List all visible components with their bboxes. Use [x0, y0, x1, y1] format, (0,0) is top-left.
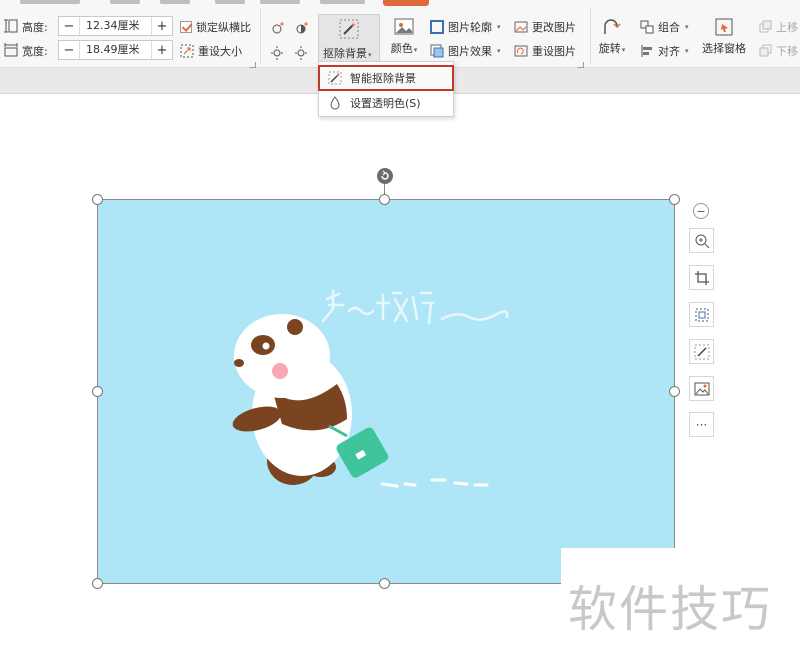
zoom-in-icon	[695, 234, 709, 248]
ribbon: 高度: − 12.34厘米 + 宽度: − 18.49厘米 + 锁定纵横比 重设…	[0, 0, 800, 68]
height-spinner[interactable]: − 12.34厘米 +	[58, 16, 173, 36]
image-icon	[694, 382, 709, 395]
height-icon	[4, 19, 18, 33]
watermark-text: 软件技巧	[568, 581, 773, 638]
group-icon	[640, 20, 654, 34]
rotate-label: 旋转	[598, 42, 621, 55]
rotate-icon	[604, 19, 621, 34]
send-backward-button[interactable]: 下移	[758, 43, 798, 59]
reset-picture-button[interactable]: 重设图片	[514, 43, 576, 59]
group-button[interactable]: 组合 ▾	[640, 19, 689, 35]
menu-item-label: 设置透明色(S)	[350, 97, 421, 110]
top-tab-strip	[0, 0, 800, 6]
reset-size-icon	[180, 44, 194, 58]
lock-ratio-label: 锁定纵横比	[196, 21, 251, 34]
width-icon	[4, 43, 18, 57]
picture-frame-button[interactable]	[689, 302, 714, 327]
selection-pane-icon	[715, 18, 733, 36]
resize-handle-top-right[interactable]	[669, 194, 680, 205]
magic-wand-icon	[328, 71, 342, 85]
picture-outline-label: 图片轮廓	[448, 21, 492, 34]
picture-effects-label: 图片效果	[448, 45, 492, 58]
rotate-handle-line	[384, 184, 385, 194]
panda-illustration	[232, 289, 509, 488]
color-icon	[394, 18, 414, 35]
width-increase-button[interactable]: +	[152, 41, 172, 59]
selection-pane-button[interactable]: 选择窗格	[700, 16, 748, 56]
remove-background-label: 抠除背景▾	[323, 47, 372, 60]
lock-ratio-checkbox[interactable]: 锁定纵横比	[180, 19, 251, 35]
remove-background-quick-button[interactable]	[689, 339, 714, 364]
menu-item-label: 智能抠除背景	[350, 72, 416, 85]
resize-handle-left[interactable]	[92, 386, 103, 397]
remove-background-menu: 智能抠除背景 设置透明色(S)	[318, 61, 454, 117]
brightness-decrease-icon[interactable]	[270, 44, 286, 60]
zoom-in-button[interactable]	[689, 228, 714, 253]
contrast-decrease-icon[interactable]	[294, 44, 310, 60]
height-increase-button[interactable]: +	[152, 17, 172, 35]
picture-replace-button[interactable]	[689, 376, 714, 401]
picture-outline-button[interactable]: 图片轮廓 ▾	[430, 19, 501, 35]
collapse-toolbar-icon[interactable]: −	[693, 203, 709, 219]
rotate-button[interactable]: 旋转▾	[596, 16, 628, 56]
droplet-icon	[330, 96, 340, 110]
send-backward-label: 下移	[776, 45, 798, 58]
align-icon	[641, 45, 652, 57]
bring-forward-button[interactable]: 上移	[758, 19, 798, 35]
ground-dashes	[380, 478, 489, 488]
resize-handle-right[interactable]	[669, 386, 680, 397]
height-decrease-button[interactable]: −	[59, 17, 79, 35]
frame-icon	[695, 308, 708, 321]
rotate-handle-icon[interactable]	[377, 168, 393, 184]
magic-wand-icon	[694, 344, 709, 359]
separator	[590, 8, 591, 64]
bring-forward-icon	[759, 20, 772, 33]
magic-wand-icon	[339, 19, 359, 39]
more-options-button[interactable]: ···	[689, 412, 714, 437]
width-label: 宽度:	[22, 45, 48, 58]
crop-button[interactable]	[689, 265, 714, 290]
brightness-increase-icon[interactable]	[270, 20, 286, 36]
crop-icon	[694, 270, 709, 285]
remove-background-button[interactable]: 抠除背景▾	[318, 14, 380, 62]
group-label: 组合	[658, 21, 680, 34]
color-label: 颜色	[390, 42, 413, 55]
bring-forward-label: 上移	[776, 21, 798, 34]
picture-effects-button[interactable]: 图片效果 ▾	[430, 43, 501, 59]
send-backward-icon	[759, 44, 772, 57]
change-picture-icon	[514, 21, 528, 33]
color-button[interactable]: 颜色▾	[386, 16, 422, 56]
reset-picture-label: 重设图片	[532, 45, 576, 58]
picture-outline-icon	[430, 20, 444, 34]
width-field[interactable]: 18.49厘米	[79, 41, 152, 59]
reset-size-button[interactable]: 重设大小	[180, 43, 242, 59]
separator	[260, 8, 261, 64]
reset-picture-icon	[514, 45, 528, 57]
resize-handle-bottom[interactable]	[379, 578, 390, 589]
height-label: 高度:	[22, 21, 48, 34]
height-field[interactable]: 12.34厘米	[79, 17, 152, 35]
checkbox-checked-icon	[180, 21, 192, 33]
selected-picture[interactable]	[97, 199, 675, 584]
selection-pane-label: 选择窗格	[702, 42, 746, 55]
width-spinner[interactable]: − 18.49厘米 +	[58, 40, 173, 60]
caption-strokes	[321, 289, 509, 325]
reset-size-label: 重设大小	[198, 45, 242, 58]
change-picture-button[interactable]: 更改图片	[514, 19, 576, 35]
change-picture-label: 更改图片	[532, 21, 576, 34]
width-decrease-button[interactable]: −	[59, 41, 79, 59]
menu-item-set-transparent-color[interactable]: 设置透明色(S)	[319, 91, 453, 115]
tab-picture-tools-active[interactable]	[383, 0, 429, 6]
picture-effects-icon	[430, 44, 444, 58]
align-label: 对齐	[658, 45, 680, 58]
contrast-increase-icon[interactable]	[294, 20, 310, 36]
resize-handle-bottom-left[interactable]	[92, 578, 103, 589]
resize-handle-top-left[interactable]	[92, 194, 103, 205]
align-button[interactable]: 对齐 ▾	[640, 43, 689, 59]
resize-handle-top[interactable]	[379, 194, 390, 205]
menu-item-smart-remove-background[interactable]: 智能抠除背景	[318, 65, 454, 91]
